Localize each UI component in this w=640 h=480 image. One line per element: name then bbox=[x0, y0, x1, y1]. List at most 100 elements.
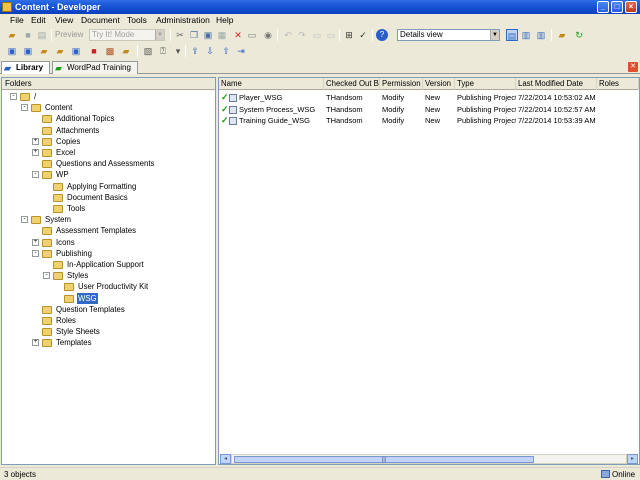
redo-icon[interactable]: ↷ bbox=[296, 29, 308, 41]
scroll-left-icon[interactable]: ◂ bbox=[220, 454, 231, 464]
menu-view[interactable]: View bbox=[55, 15, 73, 26]
link-dropdown-icon[interactable]: ▾ bbox=[172, 45, 184, 57]
column-checked-out-by[interactable]: Checked Out By bbox=[324, 78, 380, 90]
tree-node-label: Style Sheets bbox=[56, 327, 100, 337]
minimize-button[interactable]: _ bbox=[597, 1, 609, 13]
collapse-icon[interactable]: - bbox=[43, 272, 50, 280]
refresh-icon[interactable]: ↻ bbox=[573, 29, 585, 41]
table-row[interactable]: ✓ System Process_WSG THandsom Modify New Publ… bbox=[219, 104, 639, 115]
menu-document[interactable]: Document bbox=[81, 15, 120, 26]
close-button[interactable]: × bbox=[625, 1, 637, 13]
menu-tools[interactable]: Tools bbox=[127, 15, 147, 26]
menu-edit[interactable]: Edit bbox=[31, 15, 46, 26]
undo-icon[interactable]: ↶ bbox=[282, 29, 294, 41]
table-row[interactable]: ✓ Player_WSG THandsom Modify New Publishing P… bbox=[219, 92, 639, 103]
collapse-icon[interactable]: - bbox=[32, 249, 39, 257]
tab-library[interactable]: ▰ Library bbox=[1, 61, 50, 74]
properties-icon[interactable]: ▭ bbox=[246, 29, 258, 41]
find-object-icon[interactable]: ◉ bbox=[262, 29, 274, 41]
tree-node-label: Styles bbox=[67, 271, 89, 281]
expand-icon[interactable]: + bbox=[32, 137, 39, 145]
tree-node-label: Roles bbox=[56, 316, 76, 325]
table-cell: 7/22/2014 10:53:39 AM bbox=[518, 116, 596, 125]
export-icon[interactable]: ⇥ bbox=[235, 45, 247, 57]
view-combo[interactable]: Details view ▼ bbox=[397, 29, 500, 41]
folder-icon bbox=[42, 227, 52, 236]
tab-library-label: Library bbox=[16, 63, 44, 72]
publish-icon[interactable]: ⇧ bbox=[220, 45, 232, 57]
document-name: Training Guide_WSG bbox=[239, 116, 311, 125]
maximize-button[interactable]: □ bbox=[611, 1, 623, 13]
column-version[interactable]: Version bbox=[423, 78, 455, 90]
assessment-icon[interactable]: ▧ bbox=[142, 45, 154, 57]
publishing-project-icon bbox=[229, 117, 237, 125]
collapse-icon[interactable]: - bbox=[21, 216, 28, 224]
tree-node-label: Question Templates bbox=[56, 304, 125, 314]
open-icon[interactable]: ▰ bbox=[6, 29, 18, 41]
new-role-icon[interactable]: ▩ bbox=[104, 45, 116, 57]
tree-node-label: System bbox=[45, 215, 71, 225]
new-section-icon[interactable]: ▣ bbox=[22, 45, 34, 57]
find-icon[interactable]: ⊞ bbox=[343, 29, 355, 41]
menu-administration[interactable]: Administration bbox=[156, 15, 210, 26]
column-permission[interactable]: Permission bbox=[380, 78, 423, 90]
outdent-icon[interactable]: ▭ bbox=[325, 29, 337, 41]
preview-button[interactable]: Preview bbox=[55, 28, 83, 41]
check-in-icon[interactable]: ⇪ bbox=[189, 45, 201, 57]
save-icon[interactable]: ■ bbox=[22, 29, 34, 41]
help-icon[interactable]: ? bbox=[376, 29, 388, 41]
details-view-icon[interactable]: ▤ bbox=[506, 29, 518, 41]
new-web-page-icon[interactable]: ▰ bbox=[54, 45, 66, 57]
tree-node-label: Assessment Templates bbox=[56, 226, 137, 236]
close-tab-icon[interactable]: ✕ bbox=[628, 62, 638, 72]
columns-view-icon[interactable]: ▥ bbox=[535, 29, 547, 41]
table-cell: New bbox=[425, 116, 441, 125]
paste-special-icon[interactable]: ▦ bbox=[216, 29, 228, 41]
table-cell: Publishing Project bbox=[457, 116, 516, 125]
scroll-right-icon[interactable]: ▸ bbox=[627, 454, 638, 464]
outline-icon: ▰ bbox=[55, 63, 62, 73]
column-type[interactable]: Type bbox=[455, 78, 516, 90]
folder-up-icon[interactable]: ▰ bbox=[556, 29, 568, 41]
collapse-icon[interactable]: - bbox=[21, 104, 28, 112]
column-roles[interactable]: Roles bbox=[597, 78, 639, 90]
spell-check-icon[interactable]: ✓ bbox=[357, 29, 369, 41]
cut-icon[interactable]: ✂ bbox=[174, 29, 186, 41]
tree-node-label: Content bbox=[45, 103, 73, 113]
scrollbar-thumb[interactable]: ||| bbox=[234, 456, 534, 463]
new-glossary-icon[interactable]: ■ bbox=[88, 45, 100, 57]
menu-file[interactable]: File bbox=[10, 15, 24, 26]
expand-icon[interactable]: + bbox=[32, 339, 39, 347]
new-topic-icon[interactable]: ▰ bbox=[38, 45, 50, 57]
collapse-icon[interactable]: - bbox=[32, 171, 39, 179]
folder-icon bbox=[42, 126, 52, 135]
table-cell bbox=[597, 92, 639, 103]
folder-icon bbox=[31, 104, 41, 113]
new-folder-icon[interactable]: ▰ bbox=[120, 45, 132, 57]
split-view-icon[interactable]: ▥ bbox=[520, 29, 532, 41]
column-name[interactable]: Name bbox=[219, 78, 324, 90]
new-package-icon[interactable]: ▣ bbox=[70, 45, 82, 57]
library-icon: ▰ bbox=[4, 63, 11, 73]
expand-icon[interactable]: + bbox=[32, 238, 39, 246]
tab-wordpad-training[interactable]: ▰ WordPad Training bbox=[52, 61, 138, 74]
view-combo-value: Details view bbox=[400, 30, 443, 39]
copy-icon[interactable]: ❐ bbox=[188, 29, 200, 41]
horizontal-scrollbar[interactable]: ||| bbox=[231, 454, 627, 464]
table-row[interactable]: ✓ Training Guide_WSG THandsom Modify New Publ… bbox=[219, 115, 639, 126]
indent-icon[interactable]: ▭ bbox=[311, 29, 323, 41]
new-module-icon[interactable]: ▣ bbox=[6, 45, 18, 57]
folder-icon bbox=[42, 328, 52, 337]
collapse-icon[interactable]: - bbox=[10, 93, 17, 100]
question-icon[interactable]: ⍰ bbox=[157, 45, 169, 57]
menu-help[interactable]: Help bbox=[216, 15, 233, 26]
document-name: System Process_WSG bbox=[239, 104, 316, 114]
expand-icon[interactable]: + bbox=[32, 149, 39, 156]
paste-icon[interactable]: ▣ bbox=[202, 29, 214, 41]
online-icon bbox=[601, 470, 610, 478]
column-last-modified[interactable]: Last Modified Date bbox=[516, 78, 597, 90]
delete-icon[interactable]: ✕ bbox=[232, 29, 244, 41]
mode-combo[interactable]: Try It! Mode ▼ bbox=[89, 29, 165, 41]
save-all-icon[interactable]: ▤ bbox=[36, 29, 48, 41]
check-out-icon[interactable]: ⇩ bbox=[204, 45, 216, 57]
